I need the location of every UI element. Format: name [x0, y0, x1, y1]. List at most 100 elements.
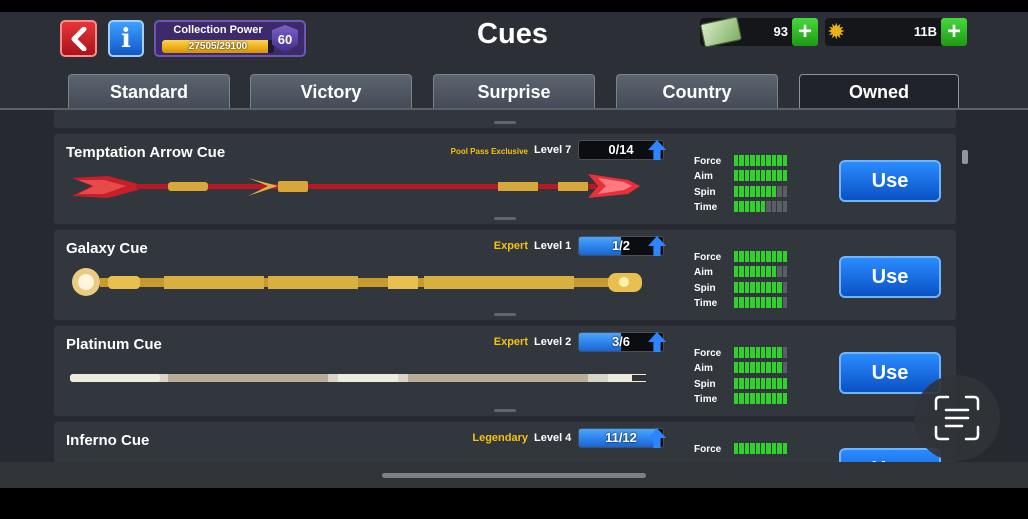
stat-segment [760, 362, 766, 374]
tab-surprise[interactable]: Surprise [433, 74, 595, 108]
stat-segment [771, 347, 777, 358]
cue-name: Platinum Cue [66, 336, 162, 353]
stat-segment [771, 251, 777, 262]
tab-victory[interactable]: Victory [250, 74, 412, 108]
stat-segment [755, 251, 760, 262]
stat-segment [777, 200, 782, 212]
page-title: Cues [477, 18, 548, 50]
stat-spin: Spin [694, 281, 804, 296]
stat-segment [760, 281, 766, 293]
tab-owned[interactable]: Owned [799, 74, 959, 110]
info-button[interactable]: i [108, 20, 144, 57]
stat-force: Force [694, 154, 804, 169]
info-icon: i [121, 23, 131, 54]
stat-segment [766, 392, 771, 404]
stat-segment [750, 281, 755, 293]
stat-segment [744, 281, 750, 293]
stat-segment [782, 392, 787, 404]
stat-segment [734, 155, 739, 166]
collection-rank-badge: 60 [272, 25, 298, 53]
stat-segment [782, 200, 787, 212]
stat-segment [750, 362, 755, 374]
stat-segment [782, 362, 787, 374]
stat-segment [766, 266, 771, 278]
stat-segment [750, 377, 755, 389]
cue-level: Level 1 [534, 240, 572, 252]
stat-segment [734, 170, 739, 182]
text-scan-button[interactable] [914, 375, 1000, 461]
stat-segment [734, 251, 739, 262]
stat-segment [739, 296, 744, 308]
stat-segment [750, 392, 755, 404]
stat-segment [782, 155, 787, 166]
stat-segment [744, 155, 750, 166]
add-cash-button[interactable]: + [792, 18, 818, 46]
stat-segment [744, 377, 750, 389]
stat-segment [739, 251, 744, 262]
stat-segment [777, 296, 782, 308]
stat-segment [760, 347, 766, 358]
tab-country[interactable]: Country [616, 74, 778, 108]
cash-icon [699, 16, 743, 48]
stat-segment [739, 281, 744, 293]
cue-tier: Expert [493, 336, 528, 348]
add-coins-button[interactable]: + [941, 18, 967, 46]
stat-segment [771, 362, 777, 374]
stat-segment [744, 392, 750, 404]
stat-segment [744, 443, 750, 454]
stat-segment [734, 362, 739, 374]
stat-segment [734, 443, 739, 454]
cue-card[interactable]: Inferno Cue Legendary Level 4 11/12 Forc… [54, 422, 956, 462]
cue-card[interactable]: Temptation Arrow Cue Pool Pass Exclusive… [54, 134, 956, 224]
stat-segment [760, 266, 766, 278]
stat-segment [750, 185, 755, 197]
cue-card[interactable]: Platinum Cue Expert Level 2 3/6 Force Ai… [54, 326, 956, 416]
cue-list[interactable]: Temptation Arrow Cue Pool Pass Exclusive… [0, 110, 1028, 462]
stat-segment [771, 296, 777, 308]
cue-tier: Expert [493, 240, 528, 252]
stat-segment [777, 392, 782, 404]
cue-card[interactable]: Galaxy Cue Expert Level 1 1/2 Force Aim … [54, 230, 956, 320]
stat-segment [760, 392, 766, 404]
stat-segment [739, 155, 744, 166]
stat-force: Force [694, 346, 804, 361]
plus-icon: + [946, 18, 961, 45]
stat-segment [744, 200, 750, 212]
stat-segment [750, 200, 755, 212]
stat-segment [760, 170, 766, 182]
stat-time: Time [694, 392, 804, 407]
collection-power-panel[interactable]: Collection Power 27505/29100 60 [154, 20, 306, 57]
use-button[interactable]: Use [839, 160, 941, 202]
stat-segment [750, 443, 755, 454]
stat-segment [755, 170, 760, 182]
cue-image [70, 374, 646, 382]
cash-amount: 93 [773, 24, 788, 39]
cue-stats: Force Aim Spin Time [694, 250, 804, 311]
use-button[interactable]: Use [839, 256, 941, 298]
stat-segment [744, 347, 750, 358]
status-strip [0, 0, 1028, 12]
stat-segment [755, 377, 760, 389]
stat-segment [734, 266, 739, 278]
card-handle [494, 121, 516, 124]
stat-segment [782, 347, 787, 358]
scrollbar[interactable] [962, 150, 968, 164]
back-button[interactable] [60, 20, 97, 57]
stat-segment [734, 377, 739, 389]
stat-segment [739, 362, 744, 374]
stat-segment [755, 443, 760, 454]
stat-segment [766, 170, 771, 182]
stat-segment [771, 392, 777, 404]
cue-level: Level 7 [534, 144, 572, 156]
stat-segment [777, 170, 782, 182]
cue-name: Galaxy Cue [66, 240, 148, 257]
stat-segment [777, 377, 782, 389]
tab-standard[interactable]: Standard [68, 74, 230, 108]
stat-segment [755, 200, 760, 212]
stat-segment [777, 347, 782, 358]
stat-segment [771, 266, 777, 278]
stat-segment [782, 443, 787, 454]
home-indicator[interactable] [382, 473, 646, 478]
stat-segment [744, 266, 750, 278]
stat-segment [744, 362, 750, 374]
